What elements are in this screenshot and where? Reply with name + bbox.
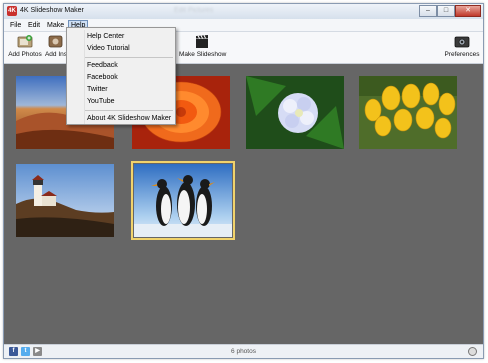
minimize-button[interactable]: –: [419, 5, 437, 17]
menu-item-video-tutorial[interactable]: Video Tutorial: [87, 45, 130, 52]
menu-make[interactable]: Make: [45, 20, 66, 31]
menu-separator: [85, 57, 173, 58]
menu-item-twitter[interactable]: Twitter: [87, 86, 108, 93]
window-title-ghost: Edit Pictures: [174, 7, 214, 14]
app-icon: 4K: [7, 6, 17, 16]
menu-item-youtube[interactable]: YouTube: [87, 98, 115, 105]
window-title: 4K Slideshow Maker: [20, 7, 84, 14]
clapperboard-icon: [196, 34, 208, 48]
preferences-button[interactable]: Preferences: [444, 34, 480, 58]
make-slideshow-button[interactable]: Make Slideshow: [179, 34, 227, 58]
photo-count: 6 photos: [231, 348, 256, 355]
penguins-photo: [134, 164, 232, 237]
preferences-icon: [454, 36, 470, 48]
help-menu-dropdown: Help Center Video Tutorial Feedback Face…: [66, 27, 176, 125]
photo-thumbnail[interactable]: [16, 164, 114, 237]
preferences-label: Preferences: [444, 51, 480, 58]
menu-item-facebook[interactable]: Facebook: [87, 74, 118, 81]
hydrangea-photo: [246, 76, 344, 149]
close-button[interactable]: ✕: [455, 5, 481, 17]
photo-thumbnail[interactable]: [246, 76, 344, 149]
make-slideshow-label: Make Slideshow: [179, 51, 227, 58]
menu-item-help-center[interactable]: Help Center: [87, 33, 124, 40]
photo-thumbnail-selected[interactable]: [131, 161, 235, 240]
add-photos-button[interactable]: Add Photos: [8, 34, 42, 58]
minimize-icon: –: [426, 7, 430, 14]
add-photos-icon: [17, 35, 33, 48]
lighthouse-photo: [16, 164, 114, 237]
menu-item-feedback[interactable]: Feedback: [87, 62, 118, 69]
maximize-icon: □: [443, 7, 449, 14]
menu-edit[interactable]: Edit: [26, 20, 42, 31]
globe-icon[interactable]: [468, 347, 477, 356]
close-icon: ✕: [465, 7, 471, 14]
add-photos-label: Add Photos: [8, 51, 42, 58]
add-instagram-icon: [48, 35, 63, 48]
status-bar: f t ▶ 6 photos: [4, 344, 483, 358]
maximize-button[interactable]: □: [437, 5, 455, 17]
photo-thumbnail[interactable]: [359, 76, 457, 149]
menu-file[interactable]: File: [8, 20, 23, 31]
add-instagram-button[interactable]: Add Ins: [44, 34, 68, 58]
title-bar[interactable]: 4K 4K Slideshow Maker Edit Pictures – □ …: [4, 4, 483, 19]
menu-separator: [85, 110, 173, 111]
add-instagram-label: Add Ins: [44, 51, 68, 58]
menu-item-about[interactable]: About 4K Slideshow Maker: [87, 115, 171, 122]
tulips-photo: [359, 76, 457, 149]
